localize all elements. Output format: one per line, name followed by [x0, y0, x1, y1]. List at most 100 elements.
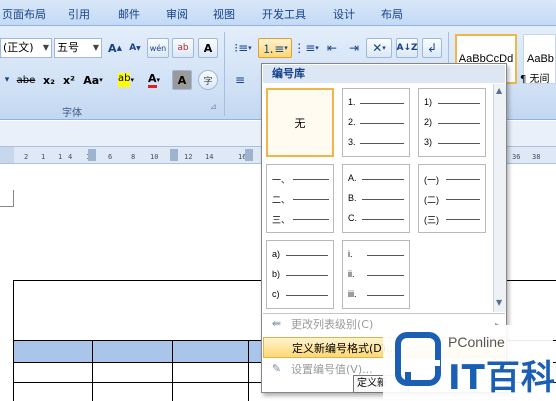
chevron-down-icon: ▼ [42, 43, 49, 52]
column-marker[interactable] [170, 149, 178, 161]
format-line [367, 255, 404, 256]
numbering-format-none[interactable]: 无 [266, 88, 334, 157]
format-none-label: 无 [294, 116, 306, 130]
scroll-down-icon[interactable]: ▼ [496, 298, 502, 307]
watermark-brand-top: PConline [448, 334, 505, 350]
sort-button[interactable]: A↓Z [396, 38, 418, 58]
shrink-font-button[interactable]: A ▼ [126, 38, 144, 58]
list-level-icon: ⇚ [271, 317, 282, 330]
decrease-indent-icon: ⇤ [326, 41, 338, 55]
superscript-button[interactable]: x² [60, 70, 78, 90]
format-line [362, 199, 404, 200]
table-border [172, 340, 173, 401]
numbering-library-header: 编号库 [263, 65, 505, 83]
tab-developer[interactable]: 开发工具 [262, 6, 306, 22]
table-border [13, 280, 14, 401]
pconline-logo-icon [395, 332, 441, 386]
numbering-format-upper-alpha[interactable]: A. B. C. [342, 164, 410, 233]
tab-mailings[interactable]: 邮件 [118, 6, 140, 22]
chinese-layout-button[interactable]: ✕ ▾ [366, 38, 392, 58]
clear-format-icon: ab [177, 43, 189, 53]
change-case-button[interactable]: Aa ▾ [80, 70, 106, 90]
ruler-tick: 12 [184, 153, 193, 161]
format-line [446, 199, 480, 200]
format-line [446, 219, 480, 220]
numbering-format-chinese-paren[interactable]: (一) (二) (三) [418, 164, 486, 233]
numbering-button[interactable]: ⒈≡ ▾ [258, 38, 292, 58]
format-item: c) [272, 289, 280, 299]
decrease-indent-button[interactable]: ⇤ [322, 38, 342, 58]
font-color-icon: A [147, 72, 157, 88]
tab-review[interactable]: 审阅 [166, 6, 188, 22]
increase-indent-button[interactable]: ⇥ [344, 38, 364, 58]
table-border [248, 340, 249, 401]
sort-icon: A↓Z [396, 43, 418, 53]
format-item: (三) [424, 215, 439, 225]
show-marks-button[interactable]: ↲ [422, 38, 442, 58]
tab-page-layout[interactable]: 页面布局 [2, 6, 46, 22]
gallery-scrollbar[interactable]: ▲ ▼ [493, 84, 506, 312]
highlight-button[interactable]: ab ▾ [112, 70, 140, 90]
char-shading-button[interactable]: A [172, 70, 192, 90]
style-no-spacing-label: AaBb [527, 53, 554, 65]
font-color-button[interactable]: A ▾ [142, 70, 166, 90]
format-line [286, 275, 328, 276]
set-value-icon: ✎ [271, 362, 282, 375]
ruler-tick: 38 [532, 153, 541, 161]
multilevel-list-button[interactable]: ⋮≡ ▾ [293, 38, 319, 58]
pinyin-button[interactable]: wén [147, 38, 169, 58]
enclose-char-button[interactable]: 字 [198, 70, 218, 90]
column-marker[interactable] [88, 149, 96, 161]
tab-view[interactable]: 视图 [213, 6, 235, 22]
superscript-icon: x² [63, 73, 75, 87]
char-border-button[interactable]: A [198, 38, 218, 58]
format-item: 二、 [272, 195, 291, 205]
font-size-combo[interactable]: 五号 ▼ [54, 38, 102, 58]
ruler-tick: 10 [150, 153, 159, 161]
dialog-launcher-icon[interactable]: ⊿ [210, 102, 217, 111]
underline-dropdown[interactable]: ▾ [2, 70, 12, 90]
change-case-icon: Aa [83, 73, 100, 87]
numbering-format-decimal-dot[interactable]: 1. 2. 3. [342, 88, 410, 157]
format-line [293, 199, 329, 200]
format-item: 一、 [272, 175, 291, 185]
ribbon-tab-bar: 页面布局 引用 邮件 审阅 视图 开发工具 设计 布局 [0, 0, 556, 26]
format-line [362, 179, 404, 180]
bullets-button[interactable]: ⁝≡ ▾ [230, 38, 256, 58]
font-name-combo[interactable]: (正文) ▼ [0, 38, 52, 58]
numbering-format-chinese[interactable]: 一、 二、 三、 [266, 164, 334, 233]
font-name-value: (正文) [3, 41, 34, 54]
format-line [293, 179, 329, 180]
numbering-format-decimal-paren[interactable]: 1) 2) 3) [418, 88, 486, 157]
scroll-up-icon[interactable]: ▲ [496, 86, 502, 95]
numbering-format-lower-roman[interactable]: i. ii. iii. [342, 240, 410, 309]
highlight-icon: ab [118, 73, 131, 87]
crop-mark [0, 206, 13, 207]
strikethrough-button[interactable]: abe [14, 70, 38, 90]
align-left-icon: ≡ [234, 73, 246, 87]
format-item: ii. [348, 269, 355, 279]
font-size-value: 五号 [57, 41, 79, 54]
format-line [360, 103, 404, 104]
format-line [360, 143, 404, 144]
format-item: 1) [424, 97, 433, 107]
table-header-row-highlight [13, 340, 273, 362]
format-item: 1. [348, 97, 356, 107]
tab-references[interactable]: 引用 [68, 6, 90, 22]
format-item: B. [348, 193, 357, 203]
ruler-tick: 8 [131, 153, 136, 161]
subscript-button[interactable]: x₂ [40, 70, 58, 90]
format-item: 3. [348, 137, 356, 147]
tab-design[interactable]: 设计 [333, 6, 355, 22]
format-item: 3) [424, 137, 433, 147]
align-left-button[interactable]: ≡ [230, 70, 250, 90]
clear-format-button[interactable]: ab [172, 38, 194, 58]
numbering-format-lower-alpha[interactable]: a) b) c) [266, 240, 334, 309]
column-marker[interactable] [245, 149, 253, 161]
grow-font-button[interactable]: A ▲ [106, 38, 124, 58]
tab-layout[interactable]: 布局 [381, 6, 403, 22]
ruler-tick: 36 [512, 153, 521, 161]
style-no-spacing-caption: ¶ 无间 [520, 74, 550, 85]
font-group-label: 字体 [62, 108, 82, 119]
bullet-list-icon: ⁝≡ [234, 41, 249, 55]
